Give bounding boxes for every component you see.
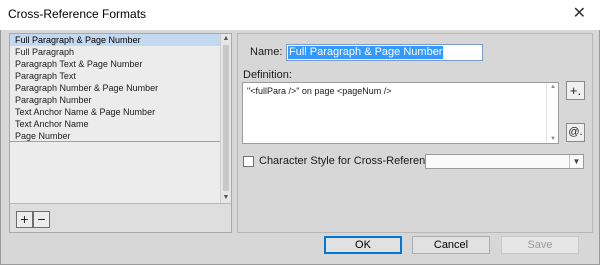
title-bar: Cross-Reference Formats ✕ (0, 0, 600, 30)
dialog-body: Full Paragraph & Page Number Full Paragr… (0, 30, 600, 265)
list-item[interactable]: Text Anchor Name (10, 118, 220, 130)
list-item[interactable]: Paragraph Text (10, 70, 220, 82)
list-item[interactable]: Paragraph Number & Page Number (10, 82, 220, 94)
scroll-down-arrow-icon[interactable]: ▼ (548, 136, 558, 142)
formats-list: Full Paragraph & Page Number Full Paragr… (10, 34, 220, 203)
list-item[interactable]: Paragraph Number (10, 94, 220, 106)
window-title: Cross-Reference Formats (8, 7, 147, 21)
scroll-up-arrow-icon[interactable]: ▲ (548, 84, 558, 90)
scroll-up-arrow-icon[interactable]: ▲ (221, 34, 231, 44)
list-item[interactable]: Full Paragraph & Page Number (10, 34, 220, 46)
formats-panel: Full Paragraph & Page Number Full Paragr… (9, 33, 232, 233)
definition-scrollbar[interactable]: ▲ ▼ (546, 83, 558, 143)
remove-format-button[interactable]: − (33, 211, 50, 228)
definition-text: "<fullPara />" on page <pageNum /> (247, 86, 392, 96)
format-editor: Name: Full Paragraph & Page Number Defin… (237, 33, 593, 233)
name-label: Name: (250, 46, 283, 58)
insert-special-character-button[interactable]: @. (566, 123, 585, 142)
list-footer: + − (10, 203, 231, 232)
list-item[interactable]: Full Paragraph (10, 46, 220, 58)
definition-label: Definition: (243, 69, 292, 81)
scroll-down-arrow-icon[interactable]: ▼ (221, 193, 231, 203)
close-icon[interactable]: ✕ (573, 5, 586, 23)
chevron-down-icon[interactable]: ▼ (569, 155, 583, 168)
list-item[interactable]: Page Number (10, 130, 220, 142)
character-style-dropdown[interactable]: ▼ (425, 154, 584, 169)
ok-button[interactable]: OK (324, 236, 402, 254)
cancel-button[interactable]: Cancel (412, 236, 490, 254)
list-item[interactable]: Paragraph Text & Page Number (10, 58, 220, 70)
name-field[interactable]: Full Paragraph & Page Number (286, 44, 483, 61)
insert-building-block-button[interactable]: +. (566, 81, 585, 100)
add-format-button[interactable]: + (16, 211, 33, 228)
list-item[interactable]: Text Anchor Name & Page Number (10, 106, 220, 118)
save-button[interactable]: Save (501, 236, 579, 254)
list-scrollbar[interactable]: ▲ ▼ (220, 34, 231, 203)
definition-textarea[interactable]: "<fullPara />" on page <pageNum /> ▲ ▼ (242, 82, 559, 144)
name-field-value: Full Paragraph & Page Number (288, 46, 444, 59)
character-style-label: Character Style for Cross-Reference: (259, 155, 440, 167)
scroll-thumb[interactable] (223, 45, 229, 191)
character-style-checkbox[interactable] (243, 156, 254, 167)
